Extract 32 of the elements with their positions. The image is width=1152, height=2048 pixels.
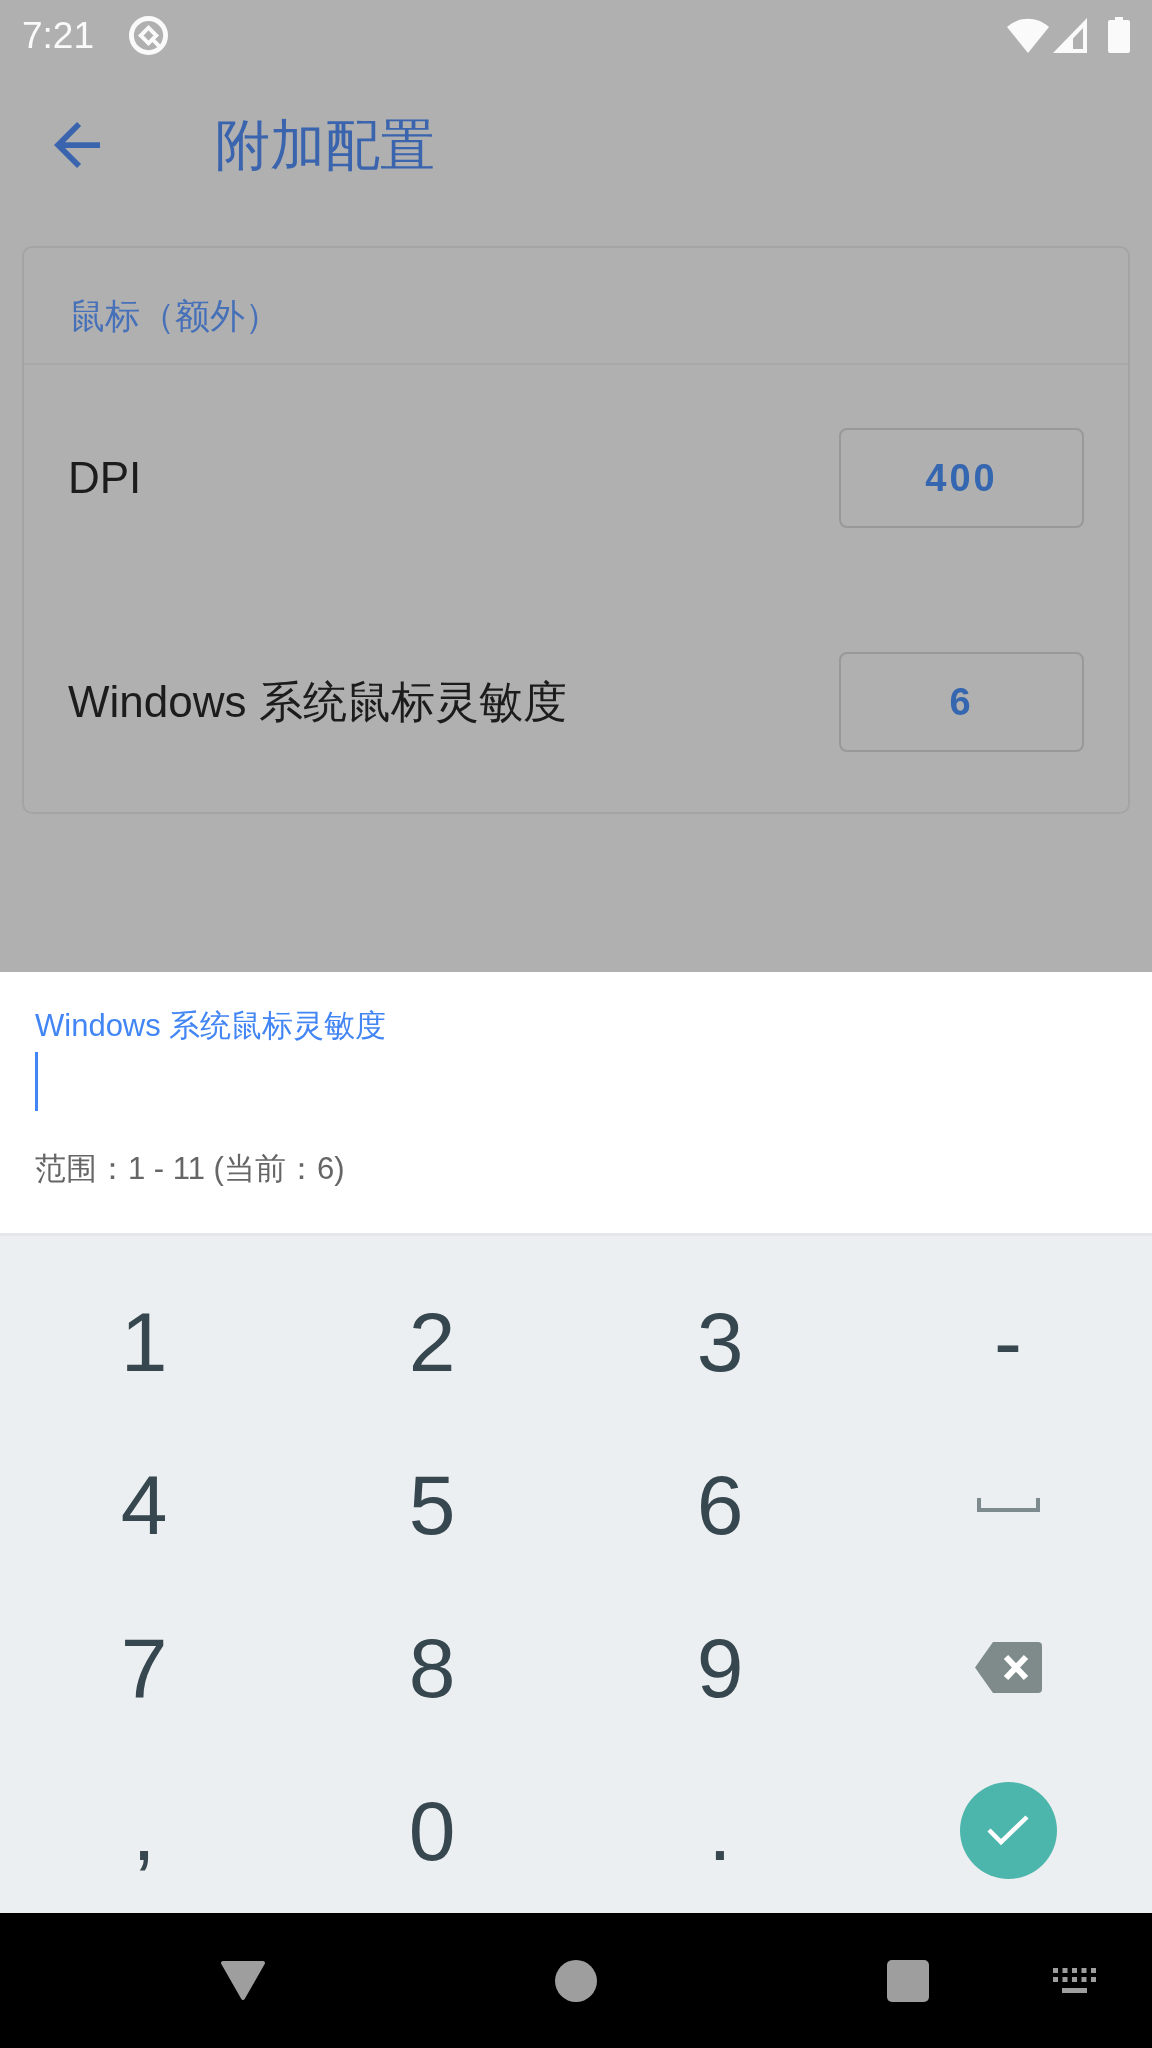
signal-icon [1053, 17, 1087, 53]
backspace-icon[interactable] [974, 1642, 1042, 1693]
check-icon [987, 1815, 1029, 1846]
keyboard-key[interactable]: 6 [692, 1462, 748, 1547]
recents-icon[interactable] [887, 1959, 929, 2002]
wifi-icon [1007, 17, 1049, 53]
keyboard-key[interactable]: , [128, 1788, 160, 1873]
keyboard-key[interactable]: - [990, 1299, 1026, 1384]
keyboard-key[interactable]: 2 [404, 1299, 460, 1384]
status-time: 7:21 [22, 16, 94, 54]
keyboard-key[interactable]: 7 [116, 1625, 172, 1710]
home-icon[interactable] [555, 1959, 597, 2002]
hint-text: 范围：1 - 11 (当前：6) [35, 1150, 345, 1188]
keyboard-key[interactable]: 0 [404, 1788, 460, 1873]
keyboard-key[interactable]: 9 [692, 1625, 748, 1710]
keyboard-icon[interactable] [1053, 1968, 1096, 1993]
space-bar-icon[interactable] [976, 1497, 1040, 1512]
keyboard-key[interactable]: 3 [692, 1299, 748, 1384]
nav-back-icon[interactable] [220, 1960, 266, 2001]
keyboard-key[interactable]: 5 [404, 1462, 460, 1547]
ring-logo-icon [129, 15, 168, 55]
field-label: Windows 系统鼠标灵敏度 [35, 1007, 387, 1045]
page-title: 附加配置 [215, 117, 435, 173]
battery-icon [1108, 17, 1130, 53]
setting-label: Windows 系统鼠标灵敏度 [68, 680, 567, 724]
keyboard-key[interactable]: 4 [116, 1462, 172, 1547]
keyboard-key[interactable]: 8 [404, 1625, 460, 1710]
section-title: 鼠标（额外） [70, 296, 280, 335]
setting-label: DPI [68, 456, 142, 500]
back-icon[interactable] [54, 122, 100, 168]
keyboard-key[interactable]: . [704, 1788, 736, 1873]
keyboard-key[interactable]: 1 [116, 1299, 172, 1384]
